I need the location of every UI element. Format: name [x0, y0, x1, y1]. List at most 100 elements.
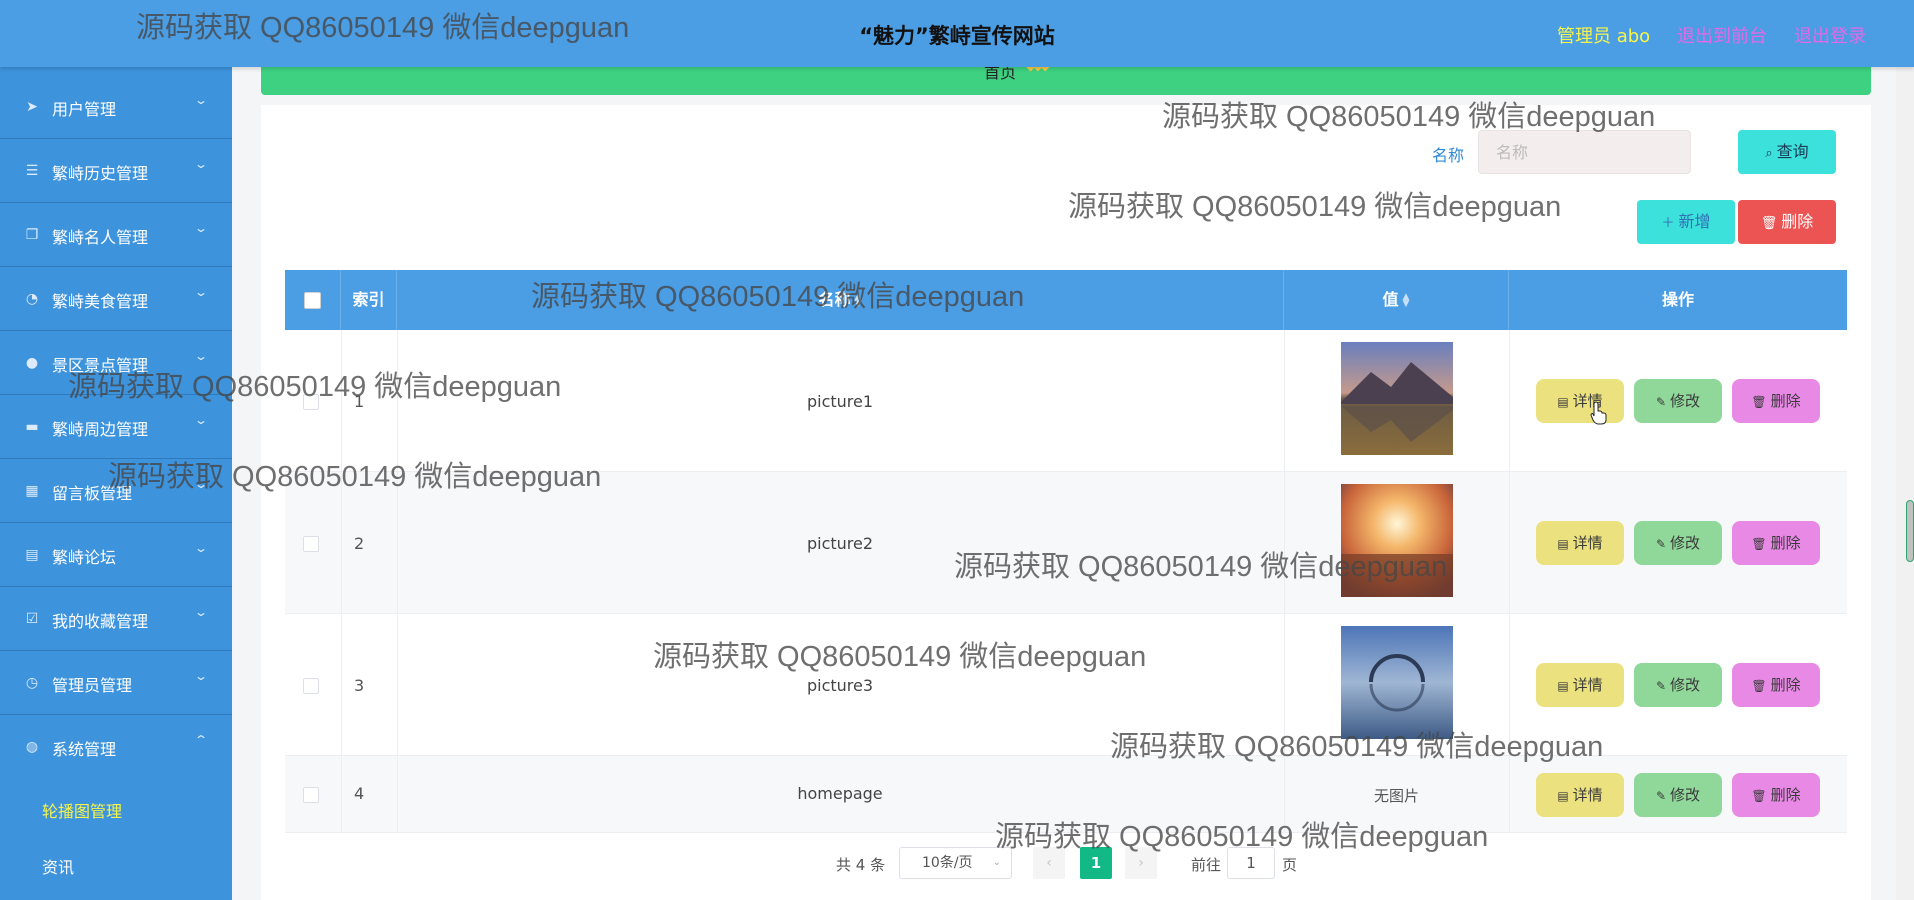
column-header-actions-label: 操作 — [1661, 290, 1694, 309]
document-icon: ▤ — [25, 547, 39, 563]
row-index: 4 — [354, 784, 365, 803]
sidebar-subitem-news[interactable]: 资讯 — [0, 837, 232, 893]
send-icon: ➤ — [26, 99, 38, 115]
table-row: 2 picture2 ▤ 详情 ✎ 修改 🗑 删除 — [285, 472, 1847, 614]
column-header-index-label: 索引 — [352, 290, 385, 309]
search-name-input[interactable] — [1478, 130, 1691, 174]
exit-to-front-link[interactable]: 退出到前台 — [1677, 22, 1767, 48]
row-index: 1 — [354, 392, 365, 411]
column-header-actions: 操作 — [1509, 270, 1847, 330]
sidebar-item-label: 繁峙历史管理 — [52, 164, 149, 183]
sidebar-subitem-label: 资讯 — [42, 858, 75, 877]
edit-button-label: 修改 — [1670, 392, 1701, 410]
logout-link[interactable]: 退出登录 — [1794, 22, 1866, 48]
goto-page-input[interactable] — [1227, 847, 1275, 879]
copy-icon: ❐ — [25, 227, 39, 243]
chevron-down-icon: ⌄ — [193, 413, 209, 427]
document-icon: ▤ — [1557, 537, 1569, 551]
delete-button-label: 删除 — [1770, 534, 1801, 552]
detail-button[interactable]: ▤ 详情 — [1536, 663, 1624, 707]
edit-button[interactable]: ✎ 修改 — [1634, 521, 1722, 565]
sidebar-item-label: 留言板管理 — [52, 484, 133, 503]
row-checkbox[interactable] — [303, 787, 319, 803]
sort-icon[interactable]: ▲ ▼ — [1403, 292, 1410, 308]
sidebar-item-favorites[interactable]: ☑ 我的收藏管理 ⌄ — [0, 587, 232, 651]
sidebar-item-history-management[interactable]: ☰ 繁峙历史管理 ⌄ — [0, 139, 232, 203]
thumbnail-image[interactable] — [1341, 484, 1453, 597]
plus-icon: ＋ — [1661, 216, 1675, 231]
row-checkbox[interactable] — [303, 394, 319, 410]
chevron-down-icon: ⌄ — [193, 669, 209, 683]
add-button[interactable]: ＋新增 — [1637, 200, 1735, 244]
document-icon: ▤ — [1557, 789, 1569, 803]
delete-button[interactable]: 🗑 删除 — [1732, 379, 1820, 423]
sidebar-item-admin-management[interactable]: ◷ 管理员管理 ⌄ — [0, 651, 232, 715]
delete-button[interactable]: 🗑 删除 — [1732, 773, 1820, 817]
list-icon: ☰ — [25, 163, 39, 179]
sidebar-subitem-label: 轮播图管理 — [42, 802, 123, 821]
sidebar-subitem-carousel[interactable]: 轮播图管理 — [0, 781, 232, 837]
edit-button[interactable]: ✎ 修改 — [1634, 773, 1722, 817]
thumbnail-image[interactable] — [1341, 626, 1453, 739]
prev-page-button[interactable]: ‹ — [1033, 847, 1065, 879]
column-header-value[interactable]: 值 ▲ ▼ — [1284, 270, 1509, 330]
trash-icon: 🗑 — [1751, 789, 1767, 803]
page-size-select[interactable]: 10条/页 ⌄ — [899, 847, 1012, 879]
sidebar-item-message-board[interactable]: ▦ 留言板管理 ⌄ — [0, 459, 232, 523]
column-header-name[interactable]: 名称 ▲ ▼ — [397, 270, 1284, 330]
batch-delete-button[interactable]: 🗑 删除 — [1738, 200, 1836, 244]
page-unit-label: 页 — [1282, 856, 1298, 874]
no-image-text: 无图片 — [1373, 787, 1419, 805]
delete-button-label: 删除 — [1770, 786, 1801, 804]
sidebar-item-celebrity-management[interactable]: ❐ 繁峙名人管理 ⌄ — [0, 203, 232, 267]
page-scrollbar[interactable] — [1896, 0, 1914, 900]
detail-button[interactable]: ▤ 详情 — [1536, 521, 1624, 565]
sidebar-item-surroundings-management[interactable]: ▬ 繁峙周边管理 ⌄ — [0, 395, 232, 459]
search-icon: ⌕ — [1765, 146, 1773, 161]
monitor-icon: ▬ — [25, 419, 39, 435]
sidebar-item-forum[interactable]: ▤ 繁峙论坛 ⌄ — [0, 523, 232, 587]
delete-button[interactable]: 🗑 删除 — [1732, 521, 1820, 565]
calendar-icon: ▦ — [25, 483, 39, 499]
sidebar-item-label: 我的收藏管理 — [52, 612, 149, 631]
sidebar-item-label: 繁峙周边管理 — [52, 420, 149, 439]
chevron-down-icon: ⌄ — [193, 93, 209, 107]
sort-icon[interactable]: ▲ ▼ — [855, 292, 862, 308]
detail-button-label: 详情 — [1572, 676, 1603, 694]
sidebar-item-label: 繁峙论坛 — [52, 548, 117, 567]
query-button[interactable]: ⌕ 查询 — [1738, 130, 1836, 174]
pencil-icon: ✎ — [1655, 537, 1667, 551]
row-name: picture2 — [806, 534, 874, 553]
page-number-1[interactable]: 1 — [1080, 847, 1112, 879]
chevron-down-icon: ⌄ — [193, 349, 209, 363]
select-all-checkbox[interactable] — [304, 292, 321, 309]
chevron-up-icon: ⌃ — [193, 733, 209, 747]
row-name: homepage — [797, 784, 883, 803]
scrollbar-thumb[interactable] — [1906, 500, 1914, 562]
sidebar-item-user-management[interactable]: ➤ 用户管理 ⌄ — [0, 75, 232, 139]
add-button-label: 新增 — [1678, 212, 1711, 231]
edit-button[interactable]: ✎ 修改 — [1634, 663, 1722, 707]
detail-button[interactable]: ▤ 详情 — [1536, 773, 1624, 817]
row-checkbox[interactable] — [303, 678, 319, 694]
row-checkbox[interactable] — [303, 536, 319, 552]
sidebar-item-scenic-management[interactable]: ● 景区景点管理 ⌄ — [0, 331, 232, 395]
next-page-button[interactable]: › — [1125, 847, 1157, 879]
sidebar-item-system-management[interactable]: ◍ 系统管理 ⌃ — [0, 715, 232, 779]
row-name: picture1 — [806, 392, 874, 411]
sidebar-item-label: 景区景点管理 — [52, 356, 149, 375]
column-header-name-label: 名称 — [818, 290, 851, 309]
detail-button[interactable]: ▤ 详情 — [1536, 379, 1624, 423]
edit-button-label: 修改 — [1670, 534, 1701, 552]
thumbnail-image[interactable] — [1341, 342, 1453, 455]
trash-icon: 🗑 — [1751, 395, 1767, 409]
delete-button-label: 删除 — [1770, 676, 1801, 694]
clock-icon: ◷ — [25, 675, 39, 691]
table-row: 1 picture1 ▤ 详情 ✎ 修改 🗑 删除 — [285, 330, 1847, 472]
detail-button-label: 详情 — [1572, 534, 1603, 552]
user-icon: ● — [25, 355, 39, 371]
edit-button[interactable]: ✎ 修改 — [1634, 379, 1722, 423]
delete-button[interactable]: 🗑 删除 — [1732, 663, 1820, 707]
pagination-total: 共 4 条 — [836, 856, 886, 874]
sidebar-item-food-management[interactable]: ◔ 繁峙美食管理 ⌄ — [0, 267, 232, 331]
